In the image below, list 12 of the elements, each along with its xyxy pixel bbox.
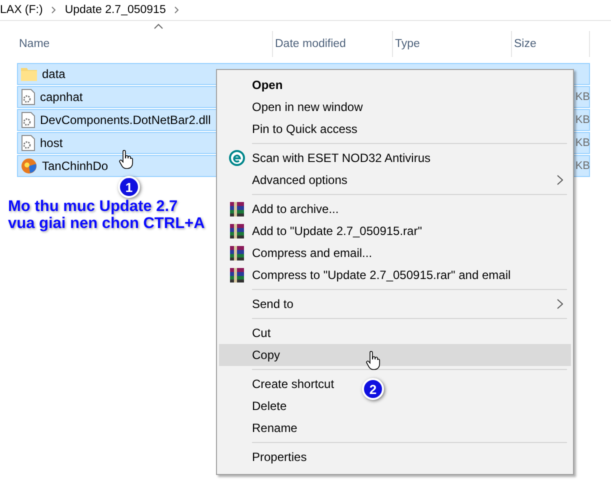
file-size: KB	[575, 114, 591, 126]
file-size: KB	[575, 160, 591, 172]
annotation-text: vua giai nen chon CTRL+A	[8, 215, 205, 232]
annotation-text: Mo thu muc Update 2.7	[8, 198, 179, 215]
file-name: host	[40, 136, 63, 150]
file-name: TanChinhDo	[42, 159, 108, 173]
step-badge: 1	[118, 176, 140, 198]
file-name: data	[42, 67, 66, 81]
file-name: DevComponents.DotNetBar2.dll	[40, 113, 211, 127]
file-size: KB	[575, 91, 591, 103]
file-name: capnhat	[40, 90, 83, 104]
file-size: KB	[575, 137, 591, 149]
